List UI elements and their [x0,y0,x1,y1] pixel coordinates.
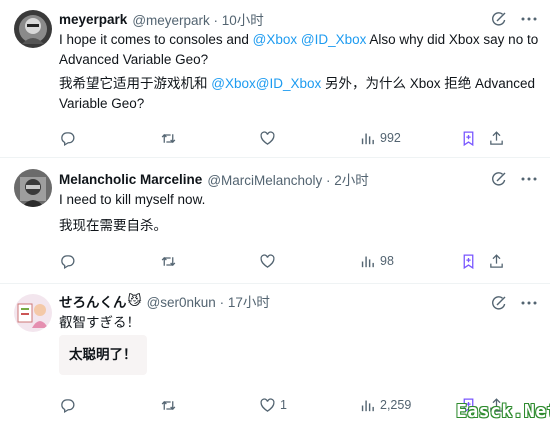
views-button[interactable]: 98 [359,251,394,271]
avatar[interactable] [14,10,52,48]
tweet-translation: 我希望它适用于游戏机和 @Xbox@ID_Xbox 另外，为什么 Xbox 拒绝… [59,76,536,111]
share-button[interactable] [488,251,505,271]
retweet-icon [161,400,176,410]
tweet[interactable]: meyerpark @meyerpark · 10小时 I hope it co… [0,0,550,158]
like-button[interactable] [259,251,280,271]
watermark: Easck.Net [456,401,550,422]
reply-button[interactable] [59,128,76,148]
tweet-text: I need to kill myself now. [59,192,206,207]
share-icon [490,253,503,268]
mention-link[interactable]: @Xbox [253,32,297,47]
more-icon[interactable] [520,295,538,311]
more-icon[interactable] [520,171,538,187]
more-icon[interactable] [520,11,538,27]
like-icon [260,397,275,412]
grok-icon[interactable] [491,171,507,187]
grok-icon[interactable] [491,295,507,311]
tweet-translation: 我现在需要自杀。 [59,218,167,233]
like-count: 1 [280,398,287,412]
bookmark-icon [463,253,474,269]
display-name[interactable]: meyerpark [59,12,127,27]
name-emoji: 😼 [127,293,142,308]
avatar[interactable] [14,294,52,332]
action-bar: 992 [0,128,550,148]
reply-button[interactable] [59,395,76,415]
reply-icon [61,398,75,413]
mention-link[interactable]: @ID_Xbox [256,76,321,91]
views-icon [361,400,374,411]
view-count: 992 [380,131,401,145]
handle-and-time[interactable]: @meyerpark · 10小时 [132,9,264,29]
tweet-header: せろんくん 😼 @ser0nkun · 17小时 [59,292,270,310]
retweet-button[interactable] [160,251,177,271]
views-icon [361,256,374,267]
bookmark-button[interactable] [460,128,477,148]
avatar[interactable] [14,169,52,207]
tweet[interactable]: Melancholic Marceline @MarciMelancholy ·… [0,159,550,284]
tweet-text: I hope it comes to consoles and @Xbox @I… [59,32,539,67]
reply-icon [61,131,75,146]
handle-and-time[interactable]: @MarciMelancholy · 2小时 [207,169,369,189]
tweet-header: meyerpark @meyerpark · 10小时 [59,9,264,29]
like-icon [260,253,275,268]
like-button[interactable]: 1 [259,395,287,415]
share-icon [490,130,503,145]
mention-link[interactable]: @ID_Xbox [301,32,366,47]
action-bar: 98 [0,251,550,271]
display-name[interactable]: Melancholic Marceline [59,172,202,187]
bookmark-icon [463,130,474,146]
retweet-button[interactable] [160,128,177,148]
like-button[interactable] [259,128,280,148]
grok-icon[interactable] [491,11,507,27]
retweet-icon [161,256,176,266]
retweet-icon [161,133,176,143]
view-count: 2,259 [380,398,412,412]
share-button[interactable] [488,128,505,148]
bookmark-button[interactable] [460,251,477,271]
reply-button[interactable] [59,251,76,271]
handle-and-time[interactable]: @ser0nkun · 17小时 [147,291,270,311]
view-count: 98 [380,254,394,268]
tweet-header: Melancholic Marceline @MarciMelancholy ·… [59,169,369,189]
like-icon [260,130,275,145]
retweet-button[interactable] [160,395,177,415]
views-button[interactable]: 2,259 [359,395,411,415]
views-button[interactable]: 992 [359,128,401,148]
tweet-text: 叡智すぎる！ [59,315,140,330]
reply-icon [61,254,75,269]
views-icon [361,133,374,144]
display-name[interactable]: せろんくん [59,291,127,311]
mention-link[interactable]: @Xbox [211,76,255,91]
tweet-translation: 太聪明了！ [59,335,147,375]
